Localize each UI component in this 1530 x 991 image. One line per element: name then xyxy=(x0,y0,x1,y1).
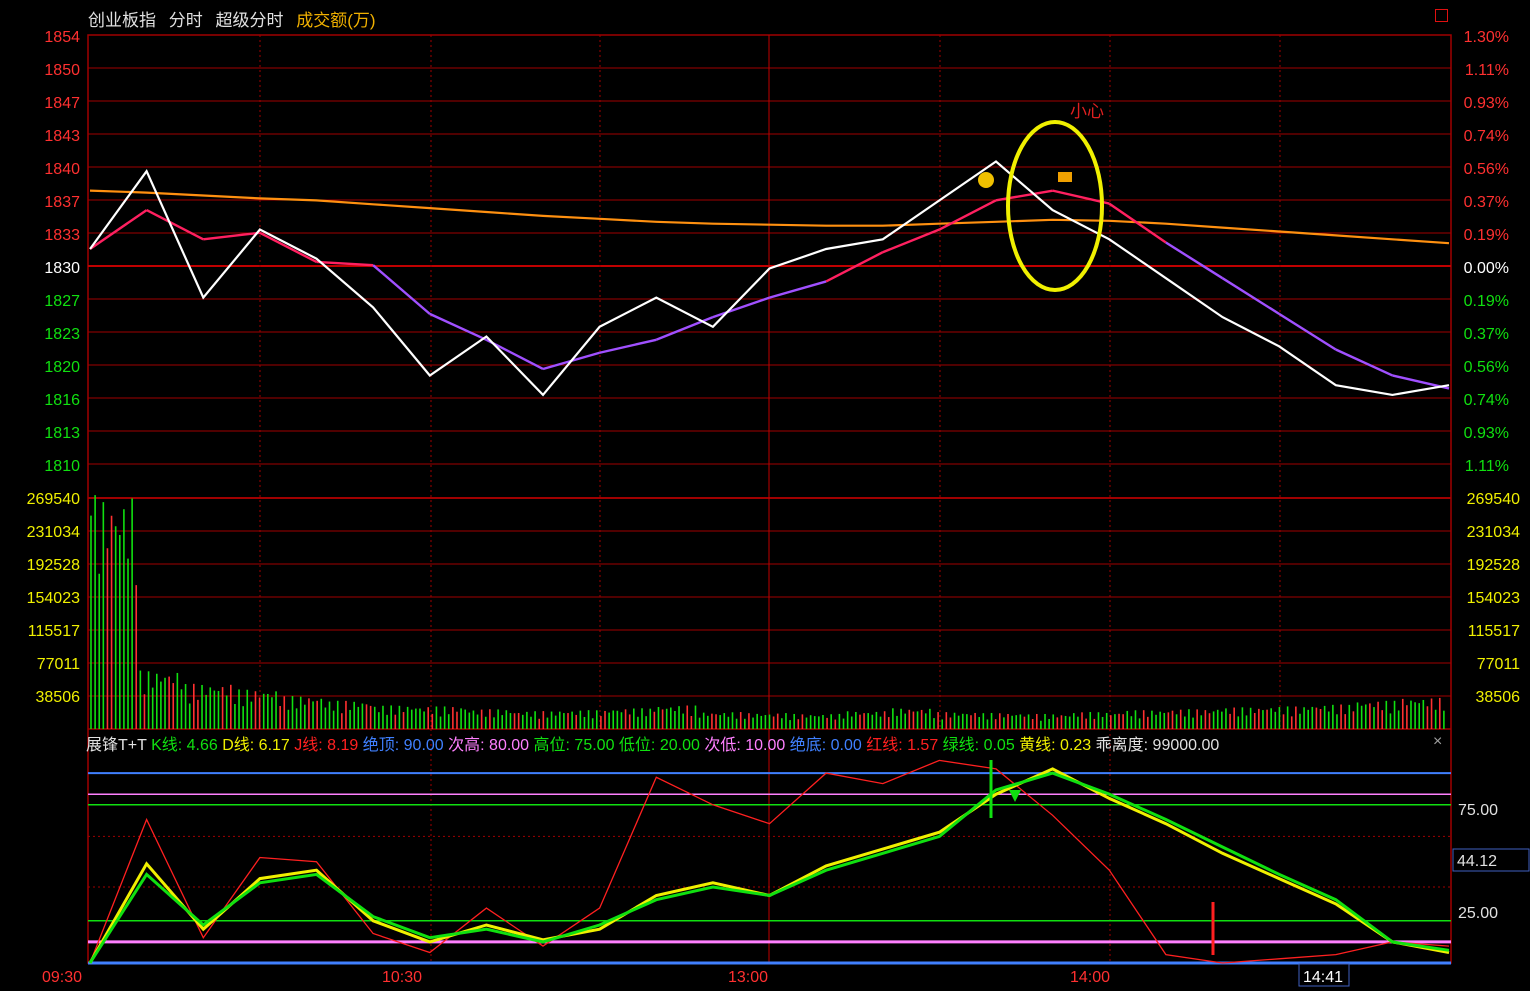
hand-down-icon xyxy=(1058,172,1072,182)
sell-coin-icon xyxy=(978,172,994,188)
price-tick-left: 1830 xyxy=(44,260,80,277)
volume-tick-left: 231034 xyxy=(27,524,80,541)
signal-marks: 小心 xyxy=(978,102,1215,955)
indicator-item: 低位: 20.00 xyxy=(614,737,700,754)
ma-segment xyxy=(1221,277,1280,315)
price-tick-right: 0.74% xyxy=(1464,392,1509,409)
ma-segment xyxy=(995,189,1053,202)
indicator-current-value: 44.12 xyxy=(1457,853,1497,870)
price-tick-right: 1.30% xyxy=(1464,29,1509,46)
indicator-item: 乖离度: 99000.00 xyxy=(1091,737,1220,754)
time-tick: 10:30 xyxy=(382,969,422,986)
indicator-tick: 75.00 xyxy=(1458,802,1498,819)
ma-segment xyxy=(938,199,997,231)
indicator-item: 次低: 10.00 xyxy=(699,737,786,754)
price-tick-left: 1850 xyxy=(44,62,80,79)
price-tick-right: 0.19% xyxy=(1464,227,1509,244)
volume-tick-left: 38506 xyxy=(36,689,81,706)
price-tick-right: 1.11% xyxy=(1465,62,1509,79)
price-tick-right: 0.37% xyxy=(1464,326,1509,343)
indicator-tick: 25.00 xyxy=(1458,905,1498,922)
chart-header: 创业板指 分时 超级分时 成交额(万) xyxy=(88,6,384,31)
ma-segment xyxy=(1165,241,1224,280)
price-tick-right: 0.93% xyxy=(1464,425,1509,442)
ma-segment xyxy=(769,280,827,299)
price-tick-left: 1843 xyxy=(44,128,80,145)
ma-segment xyxy=(599,338,657,354)
ma-segment xyxy=(1335,348,1393,377)
volume-tick-left: 77011 xyxy=(37,656,80,673)
caution-label: 小心 xyxy=(1070,102,1104,121)
price-tick-left: 1833 xyxy=(44,227,80,244)
price-tick-right: 1.11% xyxy=(1465,458,1509,475)
indicator-item: 黄线: 0.23 xyxy=(1014,737,1092,754)
volume-tick-right: 269540 xyxy=(1467,491,1520,508)
price-tick-left: 1813 xyxy=(44,425,80,442)
indicator-item: 绝顶: 90.00 xyxy=(358,737,444,754)
price-tick-left: 1810 xyxy=(44,458,80,475)
ma-segment xyxy=(372,264,431,315)
price-tick-right: 0.56% xyxy=(1464,359,1509,376)
price-tick-left: 1837 xyxy=(44,194,80,211)
indicator-item: 绝底: 0.00 xyxy=(785,737,862,754)
volume-tick-right: 231034 xyxy=(1467,524,1520,541)
price-tick-left: 1854 xyxy=(44,29,80,46)
volume-tick-right: 77011 xyxy=(1477,656,1520,673)
ma-segment xyxy=(259,231,318,264)
ma-segment xyxy=(655,315,714,341)
price-tick-right: 0.56% xyxy=(1464,161,1509,178)
time-tick: 14:00 xyxy=(1070,969,1110,986)
indicator-item: K线: 4.66 xyxy=(151,737,218,754)
price-tick-left: 1823 xyxy=(44,326,80,343)
overlay-label[interactable]: 成交额(万) xyxy=(296,11,375,30)
price-tick-right: 0.74% xyxy=(1464,128,1509,145)
time-tick: 13:00 xyxy=(728,969,768,986)
maximize-icon[interactable] xyxy=(1435,9,1448,22)
chart-canvas: 1854 1850 1847 1843 1840 1837 1833 1830 1827 1823… xyxy=(27,29,1530,987)
price-tick-left: 1827 xyxy=(44,293,80,310)
time-tick: 14:41 xyxy=(1303,969,1343,986)
price-tick-left: 1816 xyxy=(44,392,80,409)
volume-tick-right: 115517 xyxy=(1468,623,1520,640)
volume-tick-right: 192528 xyxy=(1467,557,1520,574)
indicator-item: 高位: 75.00 xyxy=(529,737,615,754)
indicator-name[interactable]: 展锋T+T xyxy=(86,737,147,754)
price-tick-left: 1820 xyxy=(44,359,80,376)
ma-segment xyxy=(712,296,770,319)
ma-segment xyxy=(89,209,148,250)
volume-tick-left: 269540 xyxy=(27,491,80,508)
highlight-ellipse xyxy=(1006,120,1104,292)
tab-super-intraday[interactable]: 超级分时 xyxy=(215,11,283,30)
volume-tick-left: 154023 xyxy=(27,590,80,607)
price-tick-left: 1847 xyxy=(44,95,80,112)
price-tick-right: 0.19% xyxy=(1464,293,1509,310)
axis-labels: 1854 1850 1847 1843 1840 1837 1833 1830 1827 1823… xyxy=(27,29,1530,987)
indicator-item: 绿线: 0.05 xyxy=(938,737,1015,754)
price-tick-right: 0.37% xyxy=(1464,194,1509,211)
volume-tick-left: 192528 xyxy=(27,557,80,574)
time-tick: 09:30 xyxy=(42,969,82,986)
indicator-item: 红线: 1.57 xyxy=(861,737,939,754)
volume-tick-left: 115517 xyxy=(28,623,80,640)
down-arrow-icon xyxy=(1009,790,1021,802)
price-tick-right: 0.00% xyxy=(1464,260,1509,277)
indicator-item: D线: 6.17 xyxy=(217,737,290,754)
price-tick-left: 1840 xyxy=(44,161,80,178)
indicator-legend: 展锋T+T K线: 4.66 D线: 6.17 J线: 8.19 绝顶: 90.… xyxy=(86,731,1219,755)
volume-tick-right: 154023 xyxy=(1467,590,1520,607)
volume-bars xyxy=(90,495,1445,729)
close-icon[interactable]: × xyxy=(1433,733,1442,751)
price-tick-right: 0.93% xyxy=(1464,95,1509,112)
index-name: 创业板指 xyxy=(88,11,156,30)
ma-segment xyxy=(429,312,487,341)
tab-intraday[interactable]: 分时 xyxy=(169,11,203,30)
indicator-item: 次高: 80.00 xyxy=(443,737,530,754)
volume-tick-right: 38506 xyxy=(1476,689,1521,706)
indicator-item: J线: 8.19 xyxy=(289,737,359,754)
